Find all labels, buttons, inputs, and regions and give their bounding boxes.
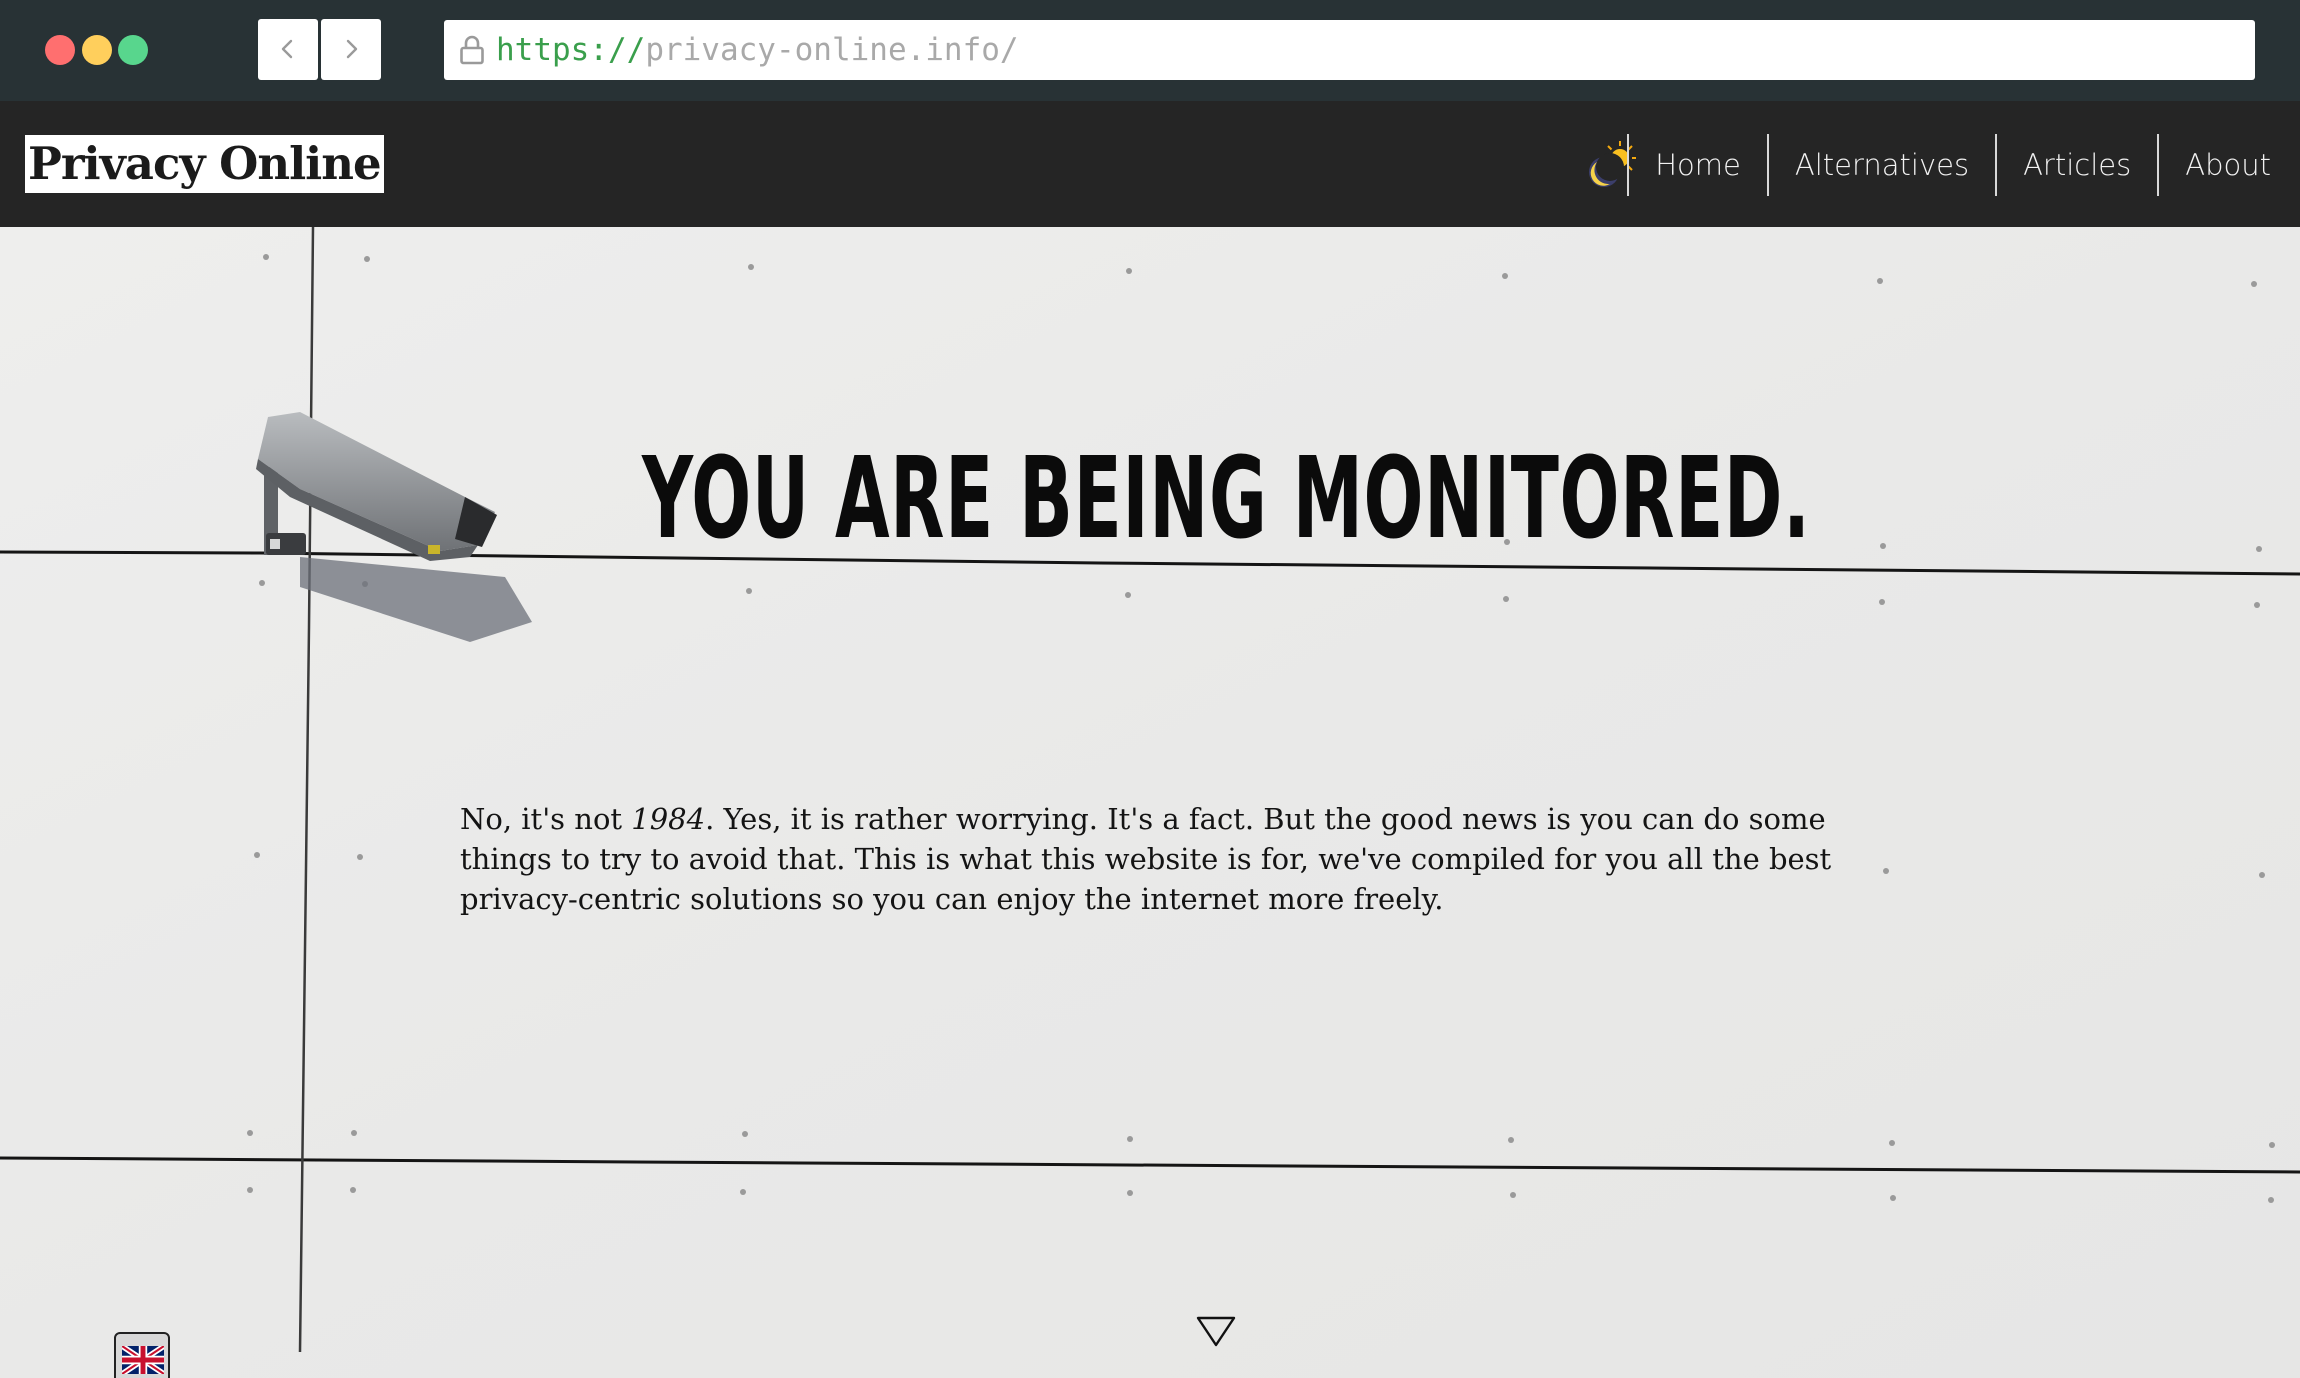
window-minimize-button[interactable] xyxy=(82,35,112,65)
intro-text-start: No, it's not xyxy=(460,802,632,836)
forward-button[interactable] xyxy=(321,19,381,80)
lock-icon xyxy=(460,35,484,65)
site-header: Privacy Online Home Alternatives Article… xyxy=(0,101,2300,227)
nav-item-articles[interactable]: Articles xyxy=(1997,134,2157,196)
main-nav: Home Alternatives Articles About xyxy=(1627,134,2271,196)
url-scheme: https:// xyxy=(496,32,646,68)
uk-flag-icon xyxy=(122,1346,164,1374)
window-maximize-button[interactable] xyxy=(118,35,148,65)
hero-intro-text: No, it's not 1984. Yes, it is rather wor… xyxy=(460,799,1850,919)
url-text: https://privacy-online.info/ xyxy=(496,32,1019,68)
site-logo[interactable]: Privacy Online xyxy=(25,135,384,193)
chevron-right-icon xyxy=(346,39,358,59)
url-host: privacy-online.info/ xyxy=(645,32,1019,68)
triangle-down-icon xyxy=(1196,1316,1236,1347)
chevron-left-icon xyxy=(281,39,293,59)
intro-text-emphasis: 1984 xyxy=(631,802,706,836)
address-bar[interactable]: https://privacy-online.info/ xyxy=(444,20,2255,80)
nav-item-about[interactable]: About xyxy=(2159,134,2271,196)
hero-headline: YOU ARE BEING MONITORED. xyxy=(642,434,1811,564)
scroll-down-button[interactable] xyxy=(1196,1316,1236,1353)
language-switcher-button[interactable] xyxy=(114,1332,170,1378)
back-button[interactable] xyxy=(258,19,318,80)
nav-item-alternatives[interactable]: Alternatives xyxy=(1769,134,1995,196)
nav-item-home[interactable]: Home xyxy=(1629,134,1767,196)
hero-section: YOU ARE BEING MONITORED. No, it's not 19… xyxy=(0,227,2300,1378)
browser-chrome: https://privacy-online.info/ xyxy=(0,0,2300,101)
window-close-button[interactable] xyxy=(45,35,75,65)
